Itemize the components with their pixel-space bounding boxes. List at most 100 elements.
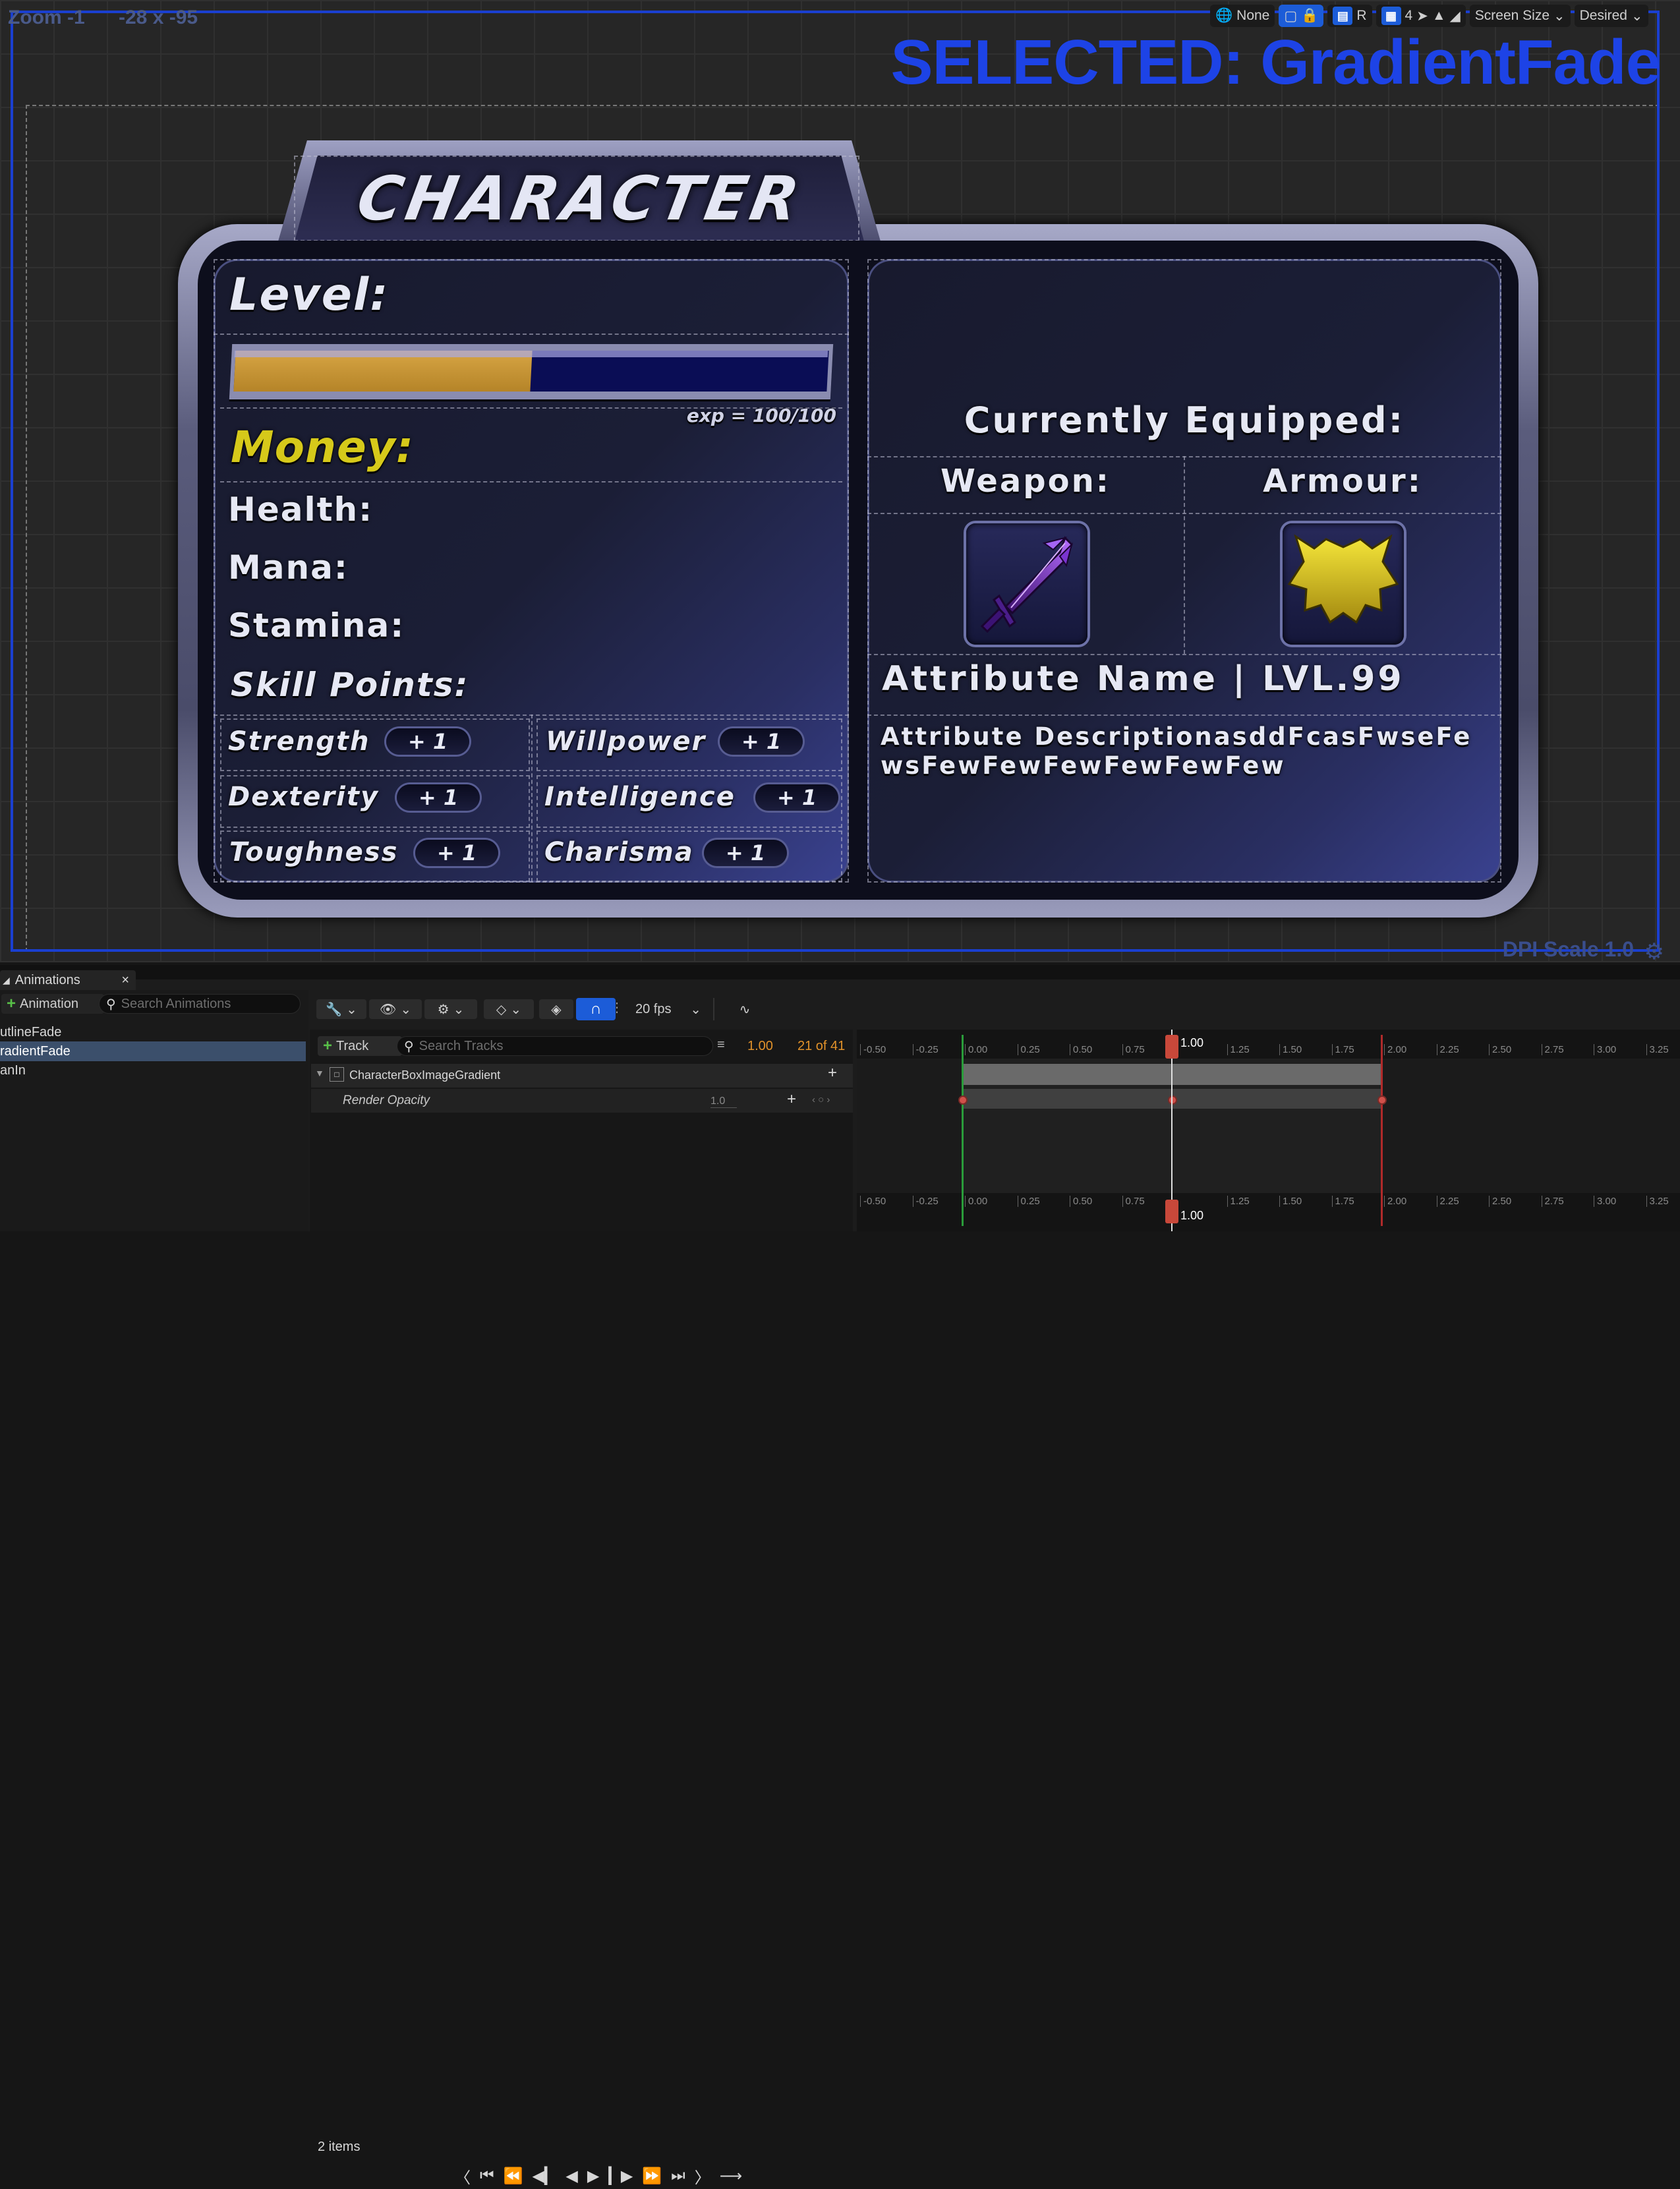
ruler-tick-label: 2.25 — [1436, 1044, 1459, 1055]
toughness-plus-button[interactable]: + 1 — [415, 840, 498, 866]
respect-lock-toggle[interactable]: ▤ R — [1327, 5, 1372, 27]
health-label: Health: — [228, 490, 374, 529]
playhead-handle[interactable] — [1165, 1200, 1178, 1223]
skill-toughness: Toughness — [229, 837, 399, 867]
tab-strip — [0, 965, 1680, 979]
keyframe[interactable] — [958, 1095, 968, 1105]
filter-icon[interactable]: ≡ — [717, 1037, 725, 1053]
search-animations-input[interactable]: ⚲ Search Animations — [99, 994, 301, 1014]
more-options-icon[interactable]: ⋮ — [610, 999, 623, 1016]
next-key-icon[interactable]: ⏭ — [671, 2167, 685, 2185]
ruler-tick-label: 0.00 — [965, 1044, 987, 1055]
strength-plus-button[interactable]: + 1 — [386, 728, 469, 755]
ruler-tick-label: 0.75 — [1122, 1196, 1145, 1207]
chevron-down-icon: ⌄ — [400, 1002, 412, 1017]
gear-icon[interactable]: ⚙ — [1644, 939, 1664, 962]
play-icon[interactable]: ▶ — [587, 2167, 599, 2186]
jump-to-start-icon[interactable]: 〈 — [455, 2165, 471, 2188]
tab-animations[interactable]: ◢ Animations × — [0, 970, 136, 990]
lock-toggle[interactable]: ▢ 🔒 — [1279, 5, 1324, 27]
animation-icon: ◢ — [3, 974, 10, 985]
add-track-plus-icon[interactable]: + — [828, 1064, 837, 1082]
selected-widget-label: SELECTED: GradientFade — [890, 27, 1661, 98]
fps-dropdown[interactable]: 20 fps ⌄ — [630, 999, 707, 1019]
timeline-area[interactable]: -0.50 -0.25 0.00 0.25 0.50 0.75 1.25 1.50 1.75 2.… — [857, 1030, 1680, 1231]
animation-list-item[interactable]: utlineFade — [0, 1023, 306, 1041]
ruler-tick-label: 2.75 — [1541, 1044, 1564, 1055]
keyframe[interactable] — [1377, 1095, 1387, 1105]
add-track-label: Track — [336, 1038, 369, 1053]
ruler-tick-label: 0.50 — [1070, 1196, 1092, 1207]
skill-willpower: Willpower — [546, 726, 707, 757]
close-icon[interactable]: × — [121, 973, 129, 988]
add-track-button[interactable]: + Track — [318, 1036, 402, 1056]
divider — [867, 513, 1501, 514]
ruler-tick-label: 2.50 — [1489, 1044, 1511, 1055]
landscape-icon: ▲ — [1432, 8, 1446, 23]
ruler-tick-label: 0.25 — [1017, 1196, 1040, 1207]
lock-icon: 🔒 — [1301, 8, 1319, 23]
fill-mode-dropdown[interactable]: Desired ⌄ — [1574, 5, 1648, 27]
next-frame-icon[interactable]: ▎▶ — [608, 2167, 633, 2186]
search-tracks-input[interactable]: ⚲ Search Tracks — [397, 1036, 713, 1056]
grid-toggle[interactable]: ▦ 4 ➤ ▲ ◢ — [1376, 5, 1466, 27]
playhead[interactable]: 1.00 1.00 — [1165, 1030, 1203, 1231]
auto-key-button[interactable]: ◈ — [539, 999, 573, 1019]
skill-dexterity: Dexterity — [228, 782, 380, 812]
armour-label: Armour: — [1263, 463, 1422, 500]
curve-icon: ∿ — [739, 1002, 751, 1017]
curve-editor-button[interactable]: ∿ — [728, 999, 762, 1019]
key-dropdown[interactable]: ◇ ⌄ — [484, 999, 534, 1019]
screen-size-dropdown[interactable]: Screen Size ⌄ — [1469, 5, 1571, 27]
property-value[interactable]: 1.0 — [710, 1095, 737, 1108]
view-dropdown[interactable]: 👁 ⌄ — [369, 999, 422, 1019]
character-title: CHARACTER — [352, 163, 808, 234]
xp-bar-highlight — [234, 351, 828, 357]
search-icon: ⚲ — [106, 997, 116, 1012]
intelligence-plus-button[interactable]: + 1 — [755, 784, 838, 811]
animation-list-item[interactable]: anIn — [0, 1061, 306, 1080]
keyframe[interactable] — [1168, 1095, 1177, 1105]
willpower-plus-button[interactable]: + 1 — [720, 728, 803, 755]
divider — [531, 715, 533, 882]
skill-strength: Strength — [228, 726, 370, 757]
tab-label: Animations — [14, 972, 80, 987]
track-name: CharacterBoxImageGradient — [349, 1068, 501, 1082]
playhead-handle[interactable] — [1165, 1035, 1178, 1059]
play-options-dropdown[interactable]: ⚙ ⌄ — [424, 999, 477, 1019]
weapon-slot[interactable] — [966, 523, 1087, 645]
localization-dropdown[interactable]: 🌐 None — [1210, 5, 1275, 27]
designer-viewport[interactable]: Zoom -1 -28 x -95 🌐 None ▢ 🔒 ▤ R ▦ 4 ➤ ▲… — [0, 0, 1680, 962]
snap-toggle[interactable]: ∩ — [576, 998, 616, 1020]
step-back-icon[interactable]: ⏪ — [504, 2167, 523, 2186]
ruler-tick-label: -0.50 — [860, 1196, 886, 1207]
current-time[interactable]: 1.00 — [747, 1039, 773, 1054]
add-key-plus-icon[interactable]: + — [787, 1090, 796, 1109]
step-forward-icon[interactable]: ⏩ — [642, 2167, 662, 2186]
plus-icon: + — [7, 995, 16, 1012]
currently-equipped-label: Currently Equipped: — [964, 399, 1405, 441]
divider — [1184, 456, 1185, 654]
previous-frame-icon[interactable]: ◀▎ — [533, 2167, 557, 2186]
dexterity-plus-button[interactable]: + 1 — [397, 784, 480, 811]
divider — [867, 654, 1501, 655]
loop-icon[interactable]: ⟶ — [720, 2167, 742, 2186]
jump-to-end-icon[interactable]: 〉 — [695, 2165, 710, 2188]
key-filled-icon: ◈ — [551, 1002, 562, 1017]
toolbar-separator — [713, 998, 714, 1020]
charisma-plus-button[interactable]: + 1 — [704, 840, 787, 866]
add-animation-button[interactable]: + Animation — [1, 994, 104, 1014]
localization-value: None — [1236, 8, 1270, 23]
key-navigation-icon[interactable]: ‹ ○ › — [812, 1094, 830, 1105]
previous-key-icon[interactable]: ⏮ — [480, 2167, 494, 2185]
attribute-description: Attribute DescriptionasddFcasFwseFewsFew… — [881, 722, 1472, 780]
animation-list-item-selected[interactable]: radientFade — [0, 1041, 306, 1061]
skill-points-label: Skill Points: — [231, 666, 469, 704]
wrench-dropdown[interactable]: 🔧 ⌄ — [316, 999, 366, 1019]
dotted-square-icon: ▢ — [1284, 8, 1298, 24]
collapse-arrow-icon[interactable]: ▼ — [315, 1068, 324, 1078]
chevron-down-icon: ⌄ — [1553, 8, 1565, 24]
armour-slot[interactable] — [1283, 523, 1404, 645]
ruler-tick-label: 1.75 — [1331, 1196, 1354, 1207]
play-reverse-icon[interactable]: ◀ — [565, 2167, 577, 2186]
